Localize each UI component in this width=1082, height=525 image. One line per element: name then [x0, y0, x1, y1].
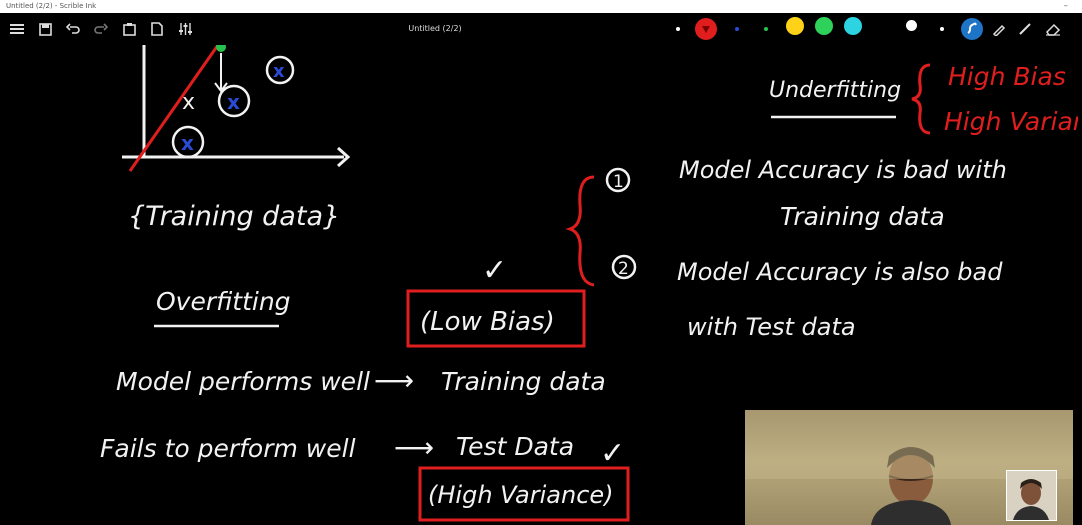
fails-text: Fails to perform well — [100, 434, 356, 463]
green-point — [216, 45, 226, 52]
blue-color-swatch[interactable] — [735, 27, 739, 31]
high-bias-red: High Bias — [948, 62, 1066, 91]
webcam-background — [745, 410, 1073, 479]
small-white-dot[interactable] — [940, 27, 944, 31]
accuracy-line-1b: Training data — [780, 202, 945, 231]
model-performs-text: Model performs well — [116, 367, 370, 396]
yellow-color-swatch[interactable] — [786, 17, 804, 35]
low-bias-text: (Low Bias) — [420, 307, 555, 337]
test-data-check: ✓ — [600, 436, 625, 471]
training-data-text: Training data — [441, 367, 606, 396]
arrow-2: ⟶ — [394, 431, 434, 464]
green-small-swatch[interactable] — [764, 27, 768, 31]
menu-icon[interactable] — [6, 13, 28, 45]
accuracy-line-1a: Model Accuracy is bad with — [679, 156, 1007, 184]
window-title: Untitled (2/2) - Scrible Ink — [6, 2, 97, 10]
point-x-2: x — [273, 61, 285, 82]
high-variance-text: (High Variance) — [428, 481, 614, 509]
toolbar: Untitled (2/2) — [0, 13, 1082, 45]
point-x-3: x — [181, 131, 194, 155]
scribble-pen-icon[interactable] — [958, 13, 986, 45]
white-color-swatch[interactable] — [906, 20, 917, 31]
low-bias-check: ✓ — [482, 253, 507, 288]
red-color-swatch[interactable] — [695, 18, 717, 40]
training-data-label: {Training data} — [128, 201, 340, 232]
accuracy-line-2b: with Test data — [687, 313, 856, 341]
undo-icon[interactable] — [62, 13, 84, 45]
red-brace-2 — [565, 175, 595, 287]
presenter-shirt — [871, 500, 951, 525]
settings-sliders-icon[interactable] — [174, 13, 196, 45]
pen-size-dot[interactable] — [676, 27, 680, 31]
save-icon[interactable] — [34, 13, 56, 45]
highlighter-icon[interactable] — [988, 13, 1010, 45]
new-page-icon[interactable] — [146, 13, 168, 45]
picture-in-picture-avatar — [1006, 470, 1057, 521]
accuracy-line-2a: Model Accuracy is also bad — [677, 258, 1003, 286]
window-titlebar: Untitled (2/2) - Scrible Ink – — [0, 0, 1082, 13]
arrow-1: ⟶ — [374, 364, 414, 397]
underfitting-title: Underfitting — [769, 78, 901, 103]
document-title: Untitled (2/2) — [408, 24, 462, 33]
green-color-swatch[interactable] — [815, 17, 833, 35]
overfitting-title: Overfitting — [156, 287, 291, 316]
point-x-1: x — [227, 90, 240, 114]
red-brace — [911, 63, 931, 135]
high-variance-red: High Variance — [944, 107, 1078, 136]
number-2: 2 — [618, 259, 629, 279]
line-icon[interactable] — [1014, 13, 1036, 45]
clipboard-icon[interactable] — [118, 13, 140, 45]
cyan-color-swatch[interactable] — [844, 17, 862, 35]
cross-mark: x — [182, 90, 195, 115]
number-1: 1 — [613, 172, 624, 192]
minimize-button[interactable]: – — [1064, 0, 1069, 13]
eraser-icon[interactable] — [1042, 13, 1064, 45]
redo-icon[interactable] — [90, 13, 112, 45]
test-data-text: Test Data — [456, 432, 574, 461]
